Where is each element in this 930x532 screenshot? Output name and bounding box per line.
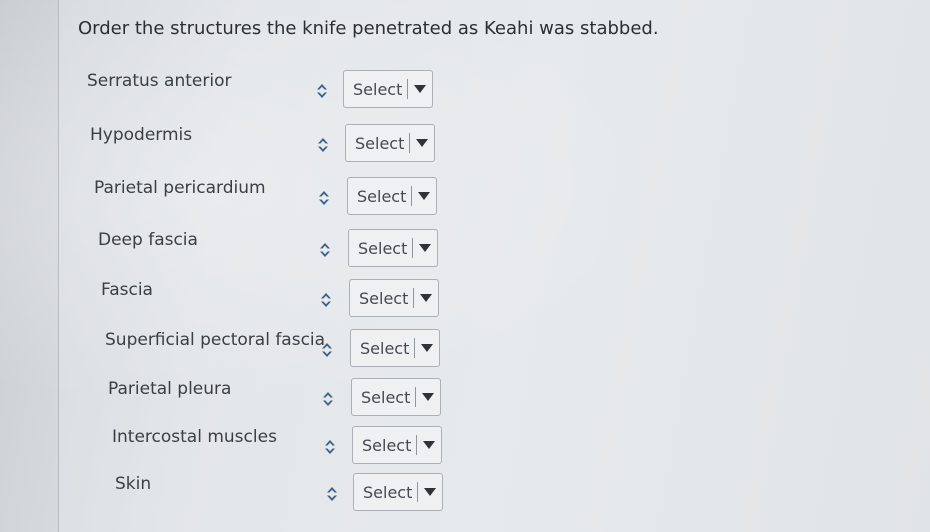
sort-arrows-icon[interactable] [316, 83, 328, 99]
dropdown-caret-icon[interactable] [420, 294, 432, 302]
order-select[interactable]: Select [351, 378, 441, 416]
match-row: Skin Select [0, 473, 930, 513]
order-select[interactable]: Select [345, 124, 435, 162]
structure-label: Hypodermis [90, 125, 193, 145]
sort-arrows-icon[interactable] [322, 391, 334, 407]
match-row: Deep fascia Select [0, 229, 930, 269]
select-divider [413, 288, 414, 308]
select-divider [414, 338, 415, 358]
structure-label: Superficial pectoral fascia [105, 330, 326, 350]
select-divider [417, 482, 418, 502]
match-row: Parietal pericardium Select [0, 177, 930, 217]
sort-arrows-icon[interactable] [326, 486, 338, 502]
question-text: Order the structures the knife penetrate… [78, 18, 659, 39]
order-select[interactable]: Select [343, 70, 433, 108]
structure-label: Deep fascia [98, 230, 198, 250]
dropdown-caret-icon[interactable] [424, 488, 436, 496]
select-divider [407, 79, 408, 99]
order-select[interactable]: Select [347, 177, 437, 215]
match-row: Parietal pleura Select [0, 378, 930, 418]
select-value: Select [360, 339, 410, 358]
select-divider [412, 238, 413, 258]
structure-label: Skin [115, 474, 152, 494]
structure-label: Parietal pleura [108, 379, 232, 399]
structure-label: Parietal pericardium [94, 178, 266, 198]
match-row: Hypodermis Select [0, 124, 930, 164]
select-value: Select [355, 134, 405, 153]
sort-arrows-icon[interactable] [318, 190, 330, 206]
select-value: Select [361, 388, 411, 407]
structure-label: Fascia [101, 280, 153, 300]
match-row: Serratus anterior Select [0, 70, 930, 110]
sort-arrows-icon[interactable] [321, 342, 333, 358]
sort-arrows-icon[interactable] [324, 439, 336, 455]
order-select[interactable]: Select [353, 473, 443, 511]
dropdown-caret-icon[interactable] [419, 244, 431, 252]
order-select[interactable]: Select [350, 329, 440, 367]
select-value: Select [357, 187, 407, 206]
dropdown-caret-icon[interactable] [422, 393, 434, 401]
dropdown-caret-icon[interactable] [414, 85, 426, 93]
sort-arrows-icon[interactable] [317, 137, 329, 153]
structure-label: Serratus anterior [87, 71, 232, 91]
order-select[interactable]: Select [349, 279, 439, 317]
dropdown-caret-icon[interactable] [418, 192, 430, 200]
select-divider [416, 435, 417, 455]
select-value: Select [358, 239, 408, 258]
match-row: Fascia Select [0, 279, 930, 319]
select-value: Select [353, 80, 403, 99]
select-divider [409, 133, 410, 153]
select-divider [415, 387, 416, 407]
dropdown-caret-icon[interactable] [421, 344, 433, 352]
match-row: Superficial pectoral fascia Select [0, 329, 930, 369]
select-divider [411, 186, 412, 206]
sort-arrows-icon[interactable] [320, 292, 332, 308]
order-select[interactable]: Select [348, 229, 438, 267]
select-value: Select [362, 436, 412, 455]
dropdown-caret-icon[interactable] [423, 441, 435, 449]
structure-label: Intercostal muscles [112, 427, 277, 447]
match-row: Intercostal muscles Select [0, 426, 930, 466]
select-value: Select [363, 483, 413, 502]
order-select[interactable]: Select [352, 426, 442, 464]
dropdown-caret-icon[interactable] [416, 139, 428, 147]
sort-arrows-icon[interactable] [319, 242, 331, 258]
select-value: Select [359, 289, 409, 308]
